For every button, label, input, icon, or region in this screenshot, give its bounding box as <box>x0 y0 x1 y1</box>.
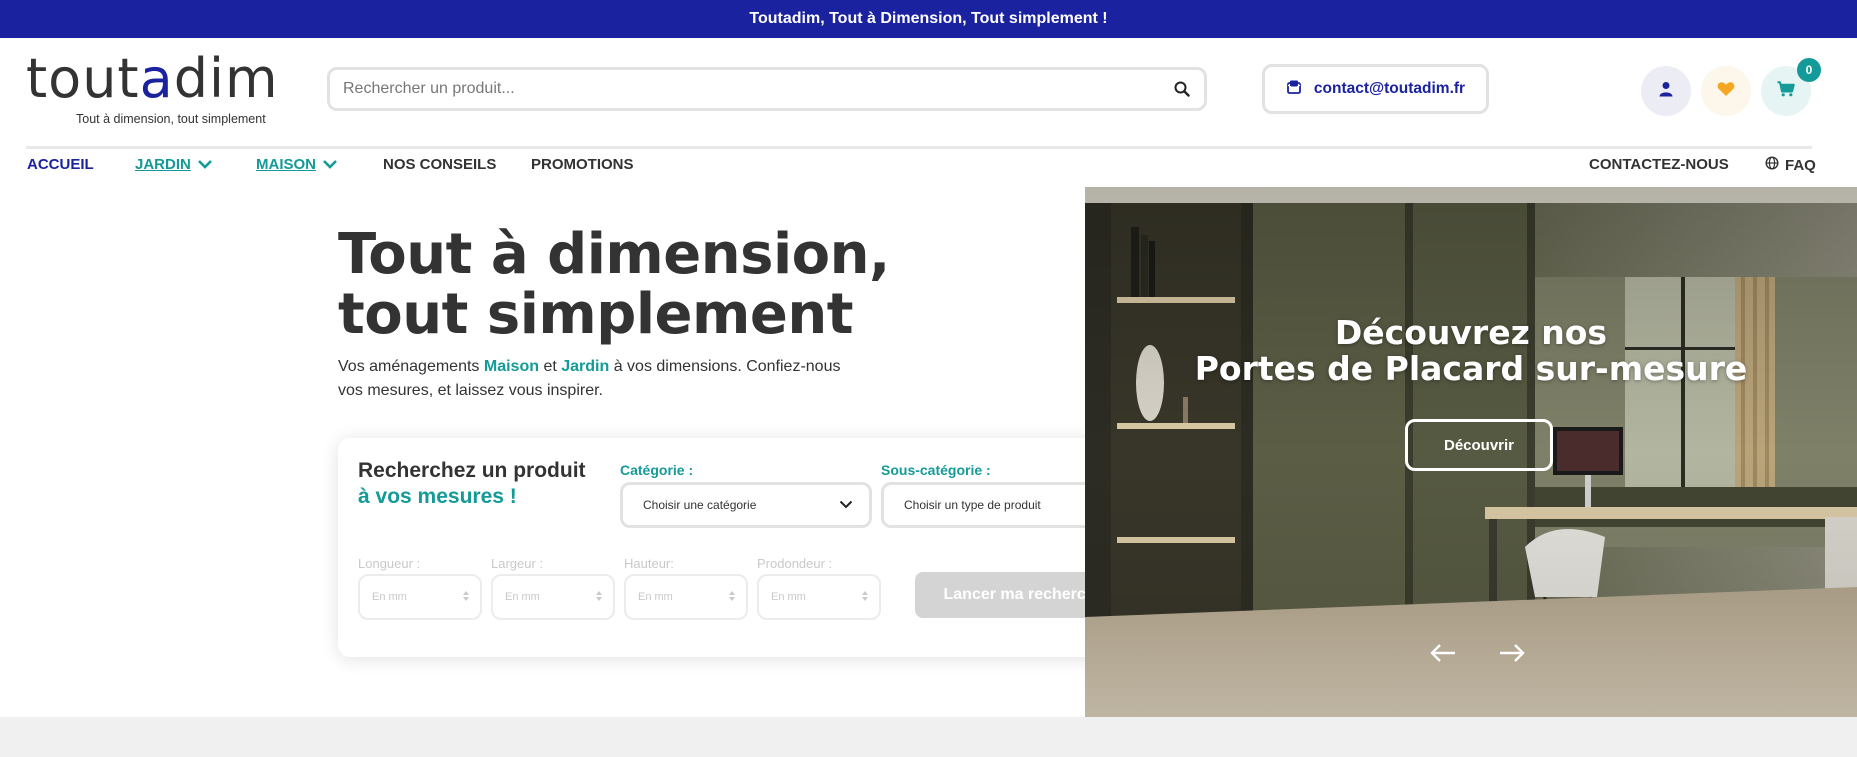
wishlist-button[interactable] <box>1701 66 1751 116</box>
globe-icon <box>1765 156 1779 174</box>
width-input[interactable]: En mm <box>491 574 615 620</box>
subcategory-select-value: Choisir un type de produit <box>904 498 1041 512</box>
main-nav: ACCUEIL JARDIN MAISON NOS CONSEILS PROMO… <box>0 150 1857 186</box>
nav-label: CONTACTEZ-NOUS <box>1589 156 1729 173</box>
length-label: Longueur : <box>358 556 421 571</box>
nav-label: NOS CONSEILS <box>383 156 497 173</box>
depth-label: Prodondeur : <box>757 556 833 571</box>
chevron-down-icon <box>322 156 338 173</box>
hero-title-line: tout simplement <box>338 282 853 347</box>
chevron-down-icon <box>839 498 853 512</box>
arrow-left-icon[interactable] <box>1423 638 1463 668</box>
width-label: Largeur : <box>491 556 544 571</box>
hero-banner[interactable]: Découvrez nos Portes de Placard sur-mesu… <box>1085 187 1857 717</box>
nav-item-maison[interactable]: MAISON <box>256 156 338 173</box>
site-header: toutadim Tout à dimension, tout simpleme… <box>0 38 1857 148</box>
logo-part-accent: a <box>139 47 174 110</box>
product-search-card: Recherchez un produit à vos mesures ! Ca… <box>338 438 1154 657</box>
nav-item-accueil[interactable]: ACCUEIL <box>27 156 94 173</box>
spinner-icon[interactable] <box>861 590 869 605</box>
promo-text: Toutadim, Tout à Dimension, Tout simplem… <box>749 10 1108 27</box>
contact-email-button[interactable]: contact@toutadim.fr <box>1262 64 1489 114</box>
cart-icon <box>1777 80 1795 102</box>
account-button[interactable] <box>1641 66 1691 116</box>
cart-button[interactable]: 0 <box>1761 58 1821 116</box>
category-label: Catégorie : <box>620 462 694 478</box>
logo[interactable]: toutadim Tout à dimension, tout simpleme… <box>26 52 278 132</box>
nav-item-contactez-nous[interactable]: CONTACTEZ-NOUS <box>1589 156 1729 173</box>
input-placeholder: En mm <box>372 591 407 603</box>
subcategory-label: Sous-catégorie : <box>881 462 991 478</box>
hero-description: Vos aménagements Maison et Jardin à vos … <box>338 355 868 403</box>
promo-bar: Toutadim, Tout à Dimension, Tout simplem… <box>0 0 1857 38</box>
logo-tagline: Tout à dimension, tout simplement <box>76 112 266 126</box>
logo-part-start: tout <box>26 47 140 110</box>
hero-link-maison[interactable]: Maison <box>484 358 539 375</box>
hero-link-jardin[interactable]: Jardin <box>561 358 609 375</box>
search-bar <box>327 67 1207 111</box>
banner-heading: Découvrez nos Portes de Placard sur-mesu… <box>1085 315 1857 387</box>
input-placeholder: En mm <box>638 591 673 603</box>
chevron-down-icon <box>197 156 213 173</box>
height-input[interactable]: En mm <box>624 574 748 620</box>
banner-heading-line: Portes de Placard sur-mesure <box>1194 349 1748 388</box>
category-select[interactable]: Choisir une catégorie <box>620 482 872 528</box>
nav-label: JARDIN <box>135 156 191 173</box>
length-input[interactable]: En mm <box>358 574 482 620</box>
header-divider <box>26 146 1812 149</box>
mail-icon <box>1286 79 1302 100</box>
input-placeholder: En mm <box>505 591 540 603</box>
nav-label: ACCUEIL <box>27 156 94 173</box>
hero-desc-text: Vos aménagements <box>338 358 484 375</box>
nav-item-faq[interactable]: FAQ <box>1765 156 1816 174</box>
arrow-right-icon[interactable] <box>1492 638 1532 668</box>
hero-desc-text: et <box>539 358 562 375</box>
spinner-icon[interactable] <box>728 590 736 605</box>
nav-label: PROMOTIONS <box>531 156 634 173</box>
hero-section: Tout à dimension, tout simplement Vos am… <box>0 187 1154 717</box>
depth-input[interactable]: En mm <box>757 574 881 620</box>
card-title-accent: à vos mesures ! <box>358 485 517 508</box>
banner-heading-line: Découvrez nos <box>1334 313 1608 352</box>
nav-label: FAQ <box>1785 156 1816 174</box>
heart-icon <box>1717 81 1735 102</box>
spinner-icon[interactable] <box>595 590 603 605</box>
spinner-icon[interactable] <box>462 590 470 605</box>
nav-item-jardin[interactable]: JARDIN <box>135 156 213 173</box>
nav-item-promotions[interactable]: PROMOTIONS <box>531 156 634 173</box>
cart-count-badge: 0 <box>1797 58 1821 82</box>
contact-email-text: contact@toutadim.fr <box>1313 80 1466 97</box>
hero-title: Tout à dimension, tout simplement <box>338 225 1038 345</box>
logo-wordmark: toutadim <box>26 52 278 106</box>
search-input[interactable] <box>343 80 1172 98</box>
search-icon[interactable] <box>1172 79 1192 99</box>
card-title-line: Recherchez un produit <box>358 459 586 482</box>
card-title: Recherchez un produit à vos mesures ! <box>358 458 586 510</box>
nav-item-nos-conseils[interactable]: NOS CONSEILS <box>383 156 496 173</box>
height-label: Hauteur: <box>624 556 674 571</box>
category-select-value: Choisir une catégorie <box>643 498 757 512</box>
nav-label: MAISON <box>256 156 316 173</box>
discover-button[interactable]: Découvrir <box>1405 419 1553 471</box>
page-bottom-strip <box>0 717 1857 757</box>
logo-part-end: dim <box>173 47 279 110</box>
input-placeholder: En mm <box>771 591 806 603</box>
hero-title-line: Tout à dimension, <box>338 222 890 287</box>
user-icon <box>1658 81 1674 102</box>
